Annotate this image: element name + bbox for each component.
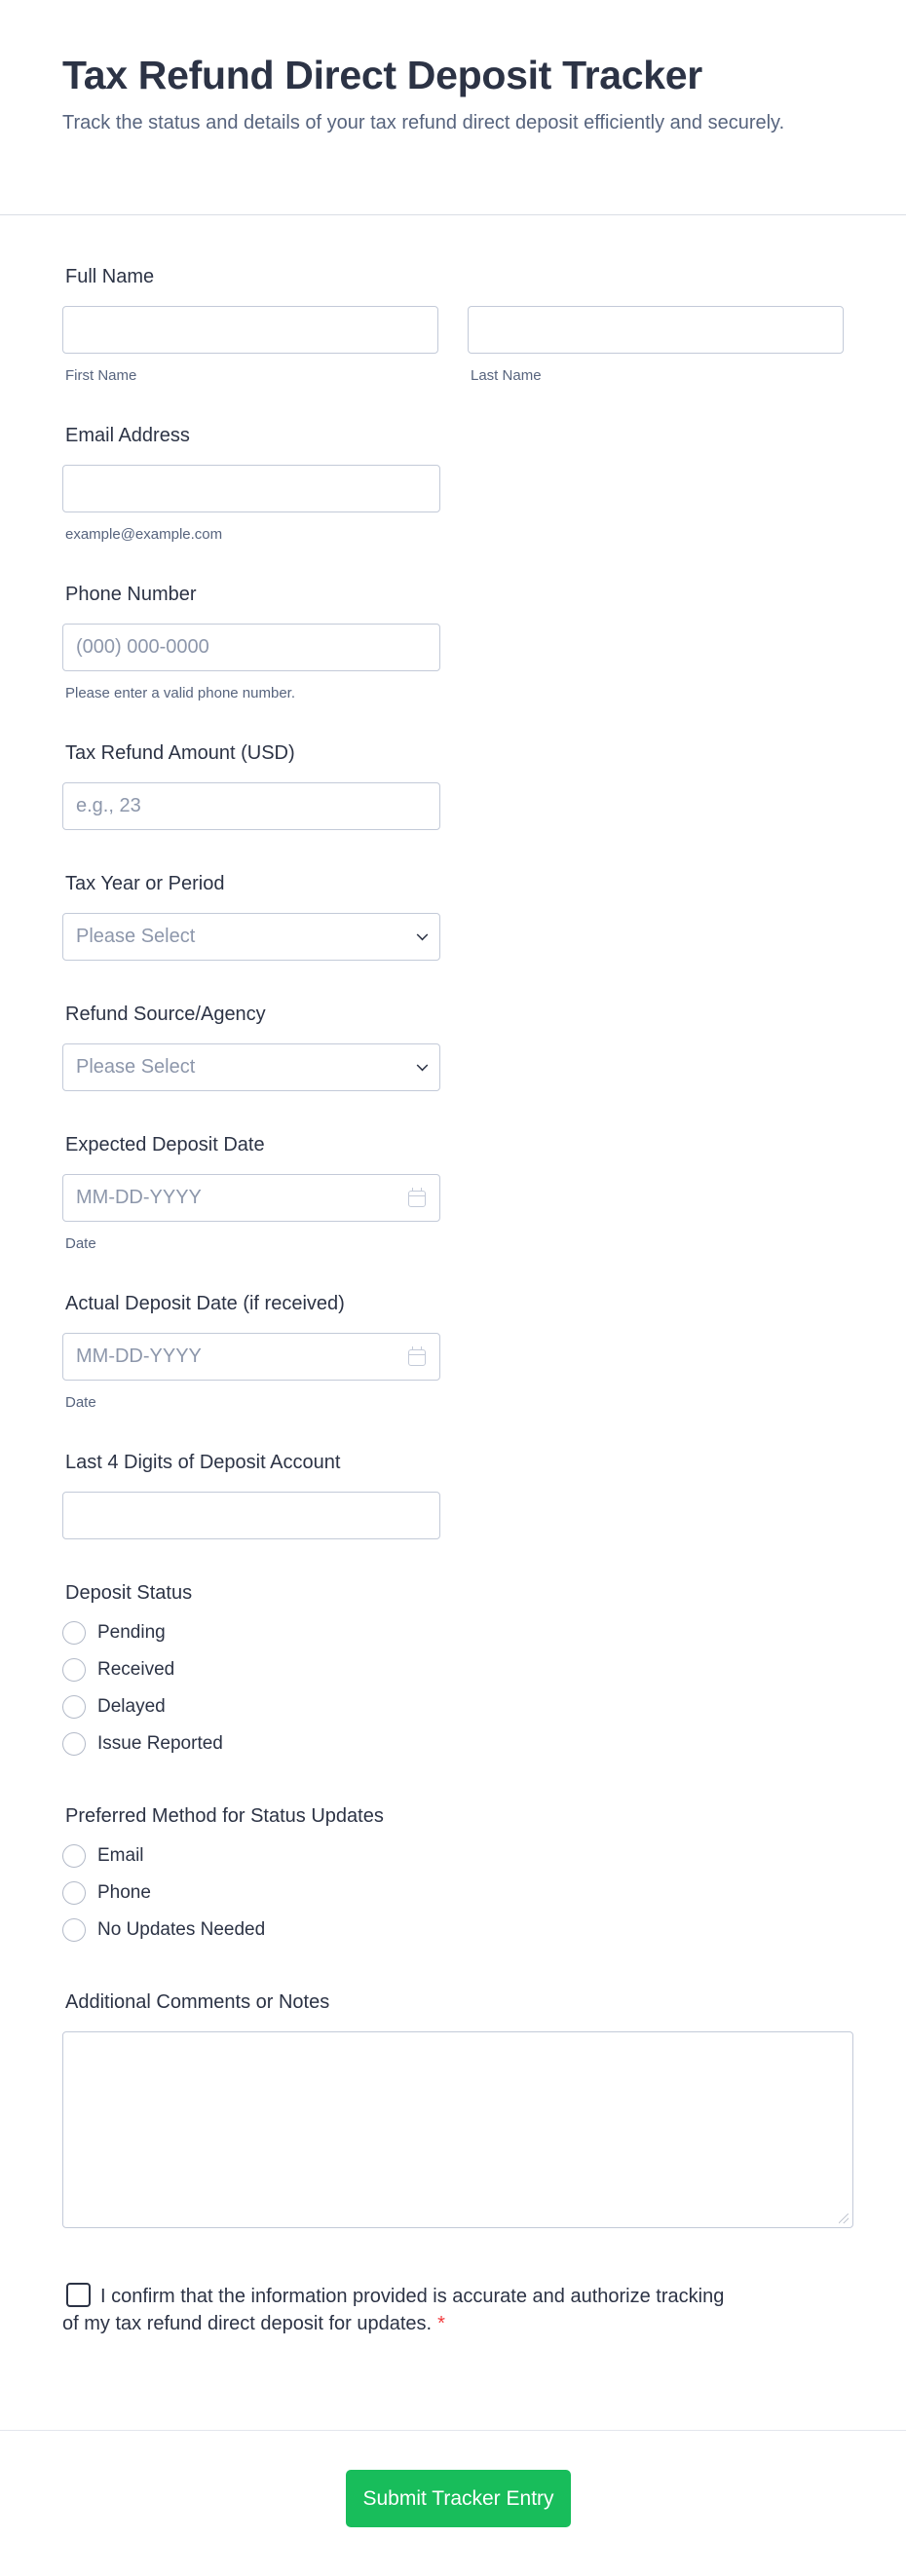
radio-option-email[interactable]: Email	[62, 1837, 844, 1875]
first-name-sublabel: First Name	[65, 367, 137, 384]
radio-option-phone[interactable]: Phone	[62, 1875, 844, 1912]
radio-button[interactable]	[62, 1881, 86, 1905]
comments-label: Additional Comments or Notes	[65, 1991, 330, 2013]
page-title: Tax Refund Direct Deposit Tracker	[62, 53, 702, 97]
deposit-status-options: Pending Received Delayed Issue Reported	[62, 1614, 844, 1762]
comments-textarea[interactable]	[62, 2031, 853, 2228]
refund-source-field: Refund Source/Agency Please Select	[62, 1002, 844, 1091]
radio-option-delayed[interactable]: Delayed	[62, 1688, 844, 1725]
tax-year-select[interactable]: Please Select	[62, 913, 440, 961]
radio-button[interactable]	[62, 1918, 86, 1942]
required-mark: *	[437, 2313, 445, 2334]
tax-year-selected: Please Select	[76, 926, 196, 947]
expected-date-field: Expected Deposit Date MM-DD-YYYY Date	[62, 1132, 844, 1254]
refund-amount-placeholder: e.g., 23	[76, 795, 141, 816]
expected-date-placeholder: MM-DD-YYYY	[76, 1187, 202, 1208]
refund-source-select[interactable]: Please Select	[62, 1043, 440, 1091]
page-subtitle: Track the status and details of your tax…	[62, 112, 785, 133]
deposit-status-field: Deposit Status Pending Received Delayed …	[62, 1580, 844, 1762]
email-input[interactable]	[62, 465, 440, 512]
tax-year-label: Tax Year or Period	[65, 873, 225, 894]
refund-amount-input[interactable]: e.g., 23	[62, 782, 440, 830]
radio-label: No Updates Needed	[97, 1919, 266, 1940]
update-method-options: Email Phone No Updates Needed	[62, 1837, 844, 1949]
actual-date-input[interactable]: MM-DD-YYYY	[62, 1333, 440, 1381]
actual-date-field: Actual Deposit Date (if received) MM-DD-…	[62, 1291, 844, 1413]
last-name-sublabel: Last Name	[471, 367, 542, 384]
radio-button[interactable]	[62, 1695, 86, 1719]
calendar-icon[interactable]	[408, 1346, 426, 1366]
expected-date-label: Expected Deposit Date	[65, 1134, 265, 1155]
radio-button[interactable]	[62, 1844, 86, 1868]
last4-label: Last 4 Digits of Deposit Account	[65, 1452, 341, 1473]
calendar-icon[interactable]	[408, 1188, 426, 1207]
form-header: Tax Refund Direct Deposit Tracker Track …	[0, 0, 906, 215]
radio-option-issue-reported[interactable]: Issue Reported	[62, 1725, 844, 1762]
refund-amount-label: Tax Refund Amount (USD)	[65, 742, 295, 764]
email-field: Email Address example@example.com	[62, 423, 844, 545]
deposit-status-label: Deposit Status	[65, 1582, 193, 1604]
refund-source-label: Refund Source/Agency	[65, 1004, 266, 1025]
form-footer: Submit Tracker Entry	[0, 2430, 906, 2576]
first-name-input[interactable]	[62, 306, 438, 354]
last4-field: Last 4 Digits of Deposit Account	[62, 1450, 844, 1539]
form-page: Tax Refund Direct Deposit Tracker Track …	[0, 0, 906, 2576]
phone-input[interactable]: (000) 000-0000	[62, 624, 440, 671]
last4-input[interactable]	[62, 1492, 440, 1539]
submit-button[interactable]: Submit Tracker Entry	[346, 2470, 571, 2527]
form-body: Full Name First Name Last Name Email Add…	[0, 264, 906, 2337]
full-name-field: Full Name First Name Last Name	[62, 264, 844, 386]
actual-date-label: Actual Deposit Date (if received)	[65, 1293, 345, 1314]
radio-label: Received	[97, 1659, 175, 1680]
email-label: Email Address	[65, 425, 190, 446]
radio-option-received[interactable]: Received	[62, 1651, 844, 1688]
radio-option-pending[interactable]: Pending	[62, 1614, 844, 1651]
confirm-field: I confirm that the information provided …	[62, 2283, 844, 2337]
tax-year-field: Tax Year or Period Please Select	[62, 871, 844, 961]
update-method-label: Preferred Method for Status Updates	[65, 1805, 384, 1827]
radio-button[interactable]	[62, 1732, 86, 1756]
radio-label: Pending	[97, 1622, 166, 1643]
actual-date-placeholder: MM-DD-YYYY	[76, 1345, 202, 1367]
update-method-field: Preferred Method for Status Updates Emai…	[62, 1803, 844, 1949]
comments-field: Additional Comments or Notes	[62, 1989, 853, 2228]
last-name-input[interactable]	[468, 306, 844, 354]
confirm-statement: I confirm that the information provided …	[62, 2283, 744, 2337]
expected-date-input[interactable]: MM-DD-YYYY	[62, 1174, 440, 1222]
email-sublabel: example@example.com	[65, 526, 223, 543]
radio-label: Issue Reported	[97, 1733, 223, 1754]
confirm-checkbox[interactable]	[66, 2283, 91, 2307]
phone-label: Phone Number	[65, 584, 197, 605]
radio-label: Delayed	[97, 1696, 166, 1717]
radio-label: Email	[97, 1845, 144, 1866]
expected-date-sublabel: Date	[65, 1235, 96, 1252]
resize-handle-icon[interactable]	[839, 2214, 849, 2223]
refund-source-selected: Please Select	[76, 1056, 196, 1078]
radio-option-no-updates[interactable]: No Updates Needed	[62, 1912, 844, 1949]
confirm-text: I confirm that the information provided …	[62, 2286, 725, 2334]
phone-field: Phone Number (000) 000-0000 Please enter…	[62, 582, 844, 703]
full-name-label: Full Name	[65, 266, 155, 287]
refund-amount-field: Tax Refund Amount (USD) e.g., 23	[62, 740, 844, 830]
actual-date-sublabel: Date	[65, 1394, 96, 1411]
chevron-down-icon	[416, 1059, 429, 1071]
phone-sublabel: Please enter a valid phone number.	[65, 685, 295, 701]
radio-button[interactable]	[62, 1621, 86, 1645]
phone-placeholder: (000) 000-0000	[76, 636, 209, 658]
radio-label: Phone	[97, 1882, 151, 1903]
radio-button[interactable]	[62, 1658, 86, 1682]
chevron-down-icon	[416, 928, 429, 940]
